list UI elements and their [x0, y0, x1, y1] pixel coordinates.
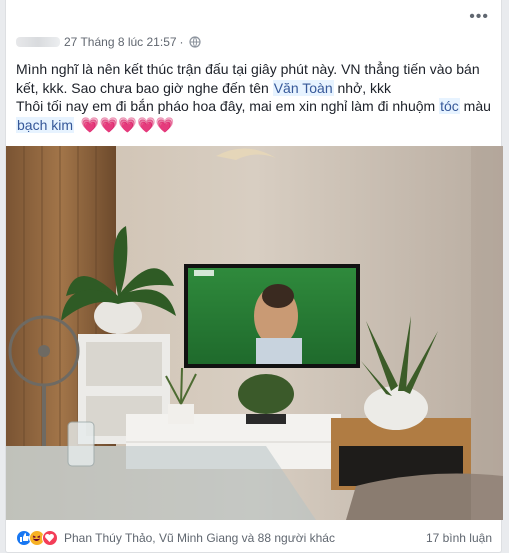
love-reaction-icon [42, 530, 58, 546]
post-text-line2: nhở, kkk [333, 79, 392, 96]
tag-color[interactable]: bạch kim [16, 116, 75, 133]
post-text-line3: Thôi tối nay em đi bắn pháo hoa đây, mai… [16, 98, 436, 114]
post-text-line3-mid: màu [459, 98, 491, 114]
post-timestamp[interactable]: 27 Tháng 8 lúc 21:57 [64, 35, 177, 49]
author-name-blurred[interactable] [16, 37, 60, 47]
living-room-photo [6, 146, 503, 520]
reactions-summary[interactable] [16, 530, 58, 546]
post-footer: Phan Thúy Thảo, Vũ Minh Giang và 88 ngườ… [16, 528, 492, 548]
more-options-icon[interactable]: ••• [469, 9, 489, 25]
tag-van-toan[interactable]: Văn Toàn [272, 79, 334, 96]
post-card: 27 Tháng 8 lúc 21:57 · ••• Mình nghĩ là … [5, 0, 503, 553]
post-photo[interactable] [6, 146, 503, 520]
likers-text[interactable]: Phan Thúy Thảo, Vũ Minh Giang và 88 ngườ… [64, 531, 426, 545]
globe-icon[interactable] [188, 36, 201, 48]
tag-hair[interactable]: tóc [439, 98, 460, 114]
post-text-line1: Mình nghĩ là nên kết thúc trận đấu tại g… [16, 61, 480, 96]
hearts-emoji: 💗💗💗💗💗 [80, 116, 175, 134]
post-text: Mình nghĩ là nên kết thúc trận đấu tại g… [16, 60, 492, 135]
comments-count[interactable]: 17 bình luận [426, 531, 492, 545]
separator: · [179, 35, 184, 49]
post-header: 27 Tháng 8 lúc 21:57 · [16, 32, 201, 52]
